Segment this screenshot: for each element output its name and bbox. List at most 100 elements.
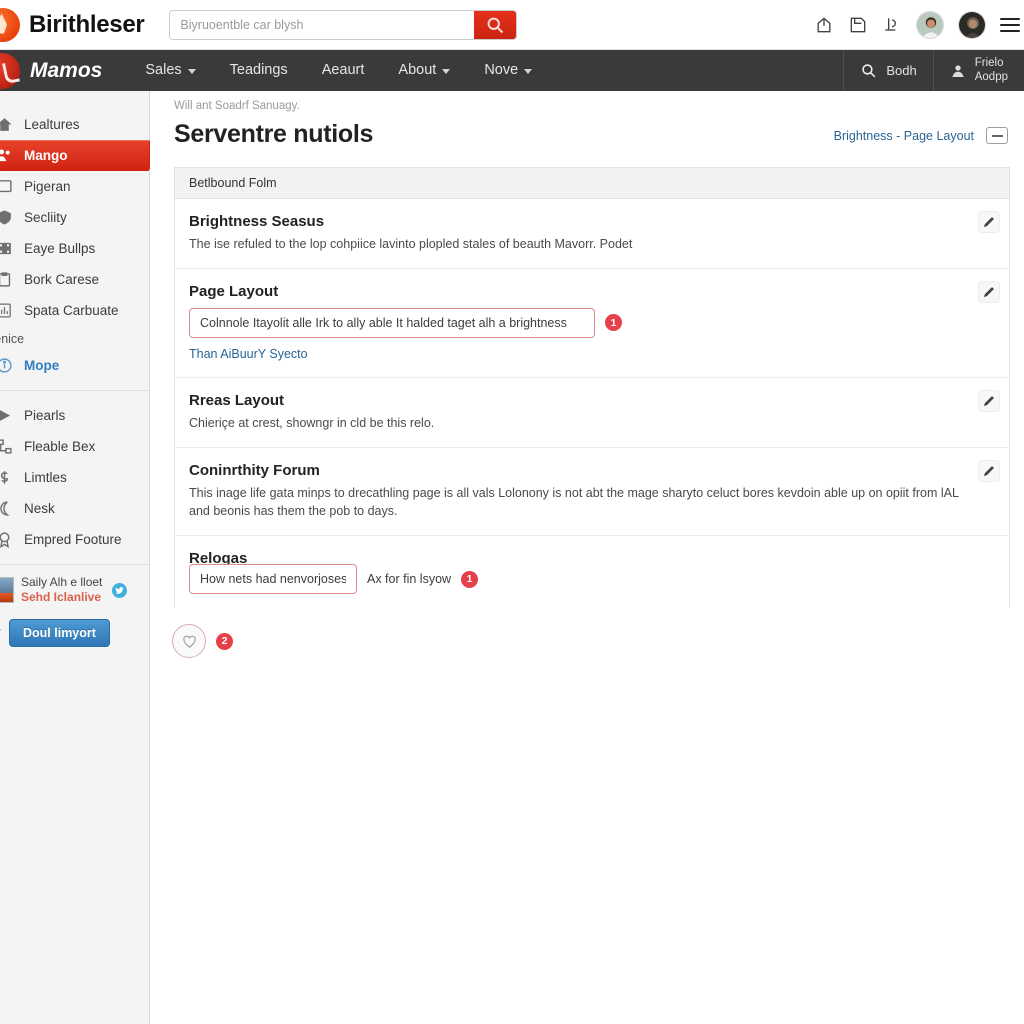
nav-item-about[interactable]: About <box>381 50 467 91</box>
section-description: The ise refuled to the lop cohpiice lavi… <box>189 237 633 251</box>
main-content: Will ant Soadrf Sanuagy. Serventre nutio… <box>150 91 1024 1024</box>
nav-item-aeaurt[interactable]: Aeaurt <box>305 50 382 91</box>
sidebar-item-lealtures[interactable]: Lealtures <box>0 109 149 140</box>
badge-icon <box>0 532 10 548</box>
edit-button[interactable] <box>978 459 1000 482</box>
user-icon <box>952 64 964 77</box>
sidebar-item-label: Secliity <box>24 210 67 225</box>
square-icon <box>0 180 12 193</box>
sidebar-item-pigeran[interactable]: Pigeran <box>0 171 149 202</box>
home-icon <box>0 118 12 131</box>
scale-icon[interactable] <box>882 15 902 35</box>
avatar-image-secondary <box>959 11 985 38</box>
sidebar-user-subtitle: Sehd Iclanlive <box>21 590 102 604</box>
breadcrumb-link-brightness-page-layout[interactable]: Brightness - Page Layout <box>834 129 974 143</box>
relogas-input[interactable] <box>189 564 357 594</box>
nav-item-teadings[interactable]: Teadings <box>213 50 305 91</box>
dollar-icon <box>0 471 9 484</box>
sidebar-user-text: Saily Alh e lloet Sehd Iclanlive <box>21 575 102 605</box>
page-title: Serventre nutiols <box>174 120 374 148</box>
nav-brand-name: Mamos <box>30 58 103 82</box>
sidebar-item-mango[interactable]: Mango <box>0 140 160 171</box>
page-header: Serventre nutiols Brightness - Page Layo… <box>150 112 1024 149</box>
sidebar-item-empred-footure[interactable]: Empred Footure <box>0 524 149 555</box>
annotation-marker-1: 1 <box>605 314 622 332</box>
chevron-down-icon <box>187 69 196 74</box>
app-root: Birithleser Biyruoentble car blysh Mamos… <box>0 0 1024 1024</box>
user-thumbnail <box>0 577 14 603</box>
sidebar-item-label: Bork Carese <box>24 272 100 287</box>
nav-search-button[interactable]: Bodh <box>843 50 932 91</box>
save-icon[interactable] <box>848 15 868 35</box>
sidebar-item-eaye-bullps[interactable]: Eaye Bullps <box>0 233 149 264</box>
sidebar-item-label: Mope <box>24 358 60 373</box>
chart-icon <box>0 303 11 318</box>
settings-panel: Betlbound Folm Brightness Seasus The ise… <box>174 167 1010 608</box>
avatar[interactable] <box>916 10 944 39</box>
sidebar-item-label: Fleable Bex <box>24 439 96 454</box>
sidebar: Lealtures Mango Pigeran Secliity Eaye Bu… <box>0 91 160 1024</box>
section-title: Brightness Seasus <box>189 213 325 230</box>
sidebar-item-piearls[interactable]: Piearls <box>0 400 149 431</box>
sidebar-item-label: Empred Footure <box>24 532 122 547</box>
avatar-secondary[interactable] <box>958 10 986 39</box>
clipboard-icon <box>0 272 11 287</box>
sidebar-item-label: Pigeran <box>24 179 71 194</box>
floating-action-row: 2 <box>172 624 233 658</box>
film-icon <box>0 242 11 255</box>
section-rreas-layout: Rreas Layout Chieriçe at crest, showngr … <box>175 378 1009 448</box>
sidebar-item-bork-carese[interactable]: Bork Carese <box>0 264 149 295</box>
nav-user-text: Frielo Aodpp <box>975 57 1008 83</box>
sidebar-item-label: Piearls <box>24 408 66 423</box>
global-search[interactable] <box>169 9 518 40</box>
pencil-icon <box>983 395 994 406</box>
search-icon <box>488 17 504 33</box>
avatar-image <box>917 11 943 38</box>
sidebar-item-limtles[interactable]: Limtles <box>0 462 149 493</box>
edit-button[interactable] <box>978 280 1000 303</box>
sidebar-item-fleable-bex[interactable]: Fleable Bex <box>0 431 149 462</box>
hamburger-icon[interactable] <box>1000 17 1020 32</box>
sidebar-actions: Doul limyort <box>0 619 149 647</box>
collapse-icon[interactable] <box>986 127 1008 144</box>
sidebar-item-nesk[interactable]: Nesk <box>0 493 149 524</box>
nav-item-sales[interactable]: Sales <box>128 50 212 91</box>
nav-user-line2: Aodpp <box>974 70 1008 83</box>
section-title: Page Layout <box>189 282 279 300</box>
chevron-down-icon <box>442 69 451 74</box>
sidebar-section-caption: Ilenice <box>0 332 25 346</box>
shield-icon <box>0 210 11 225</box>
main-navigation-bar: Mamos Sales Teadings Aeaurt About Nove B… <box>0 50 1024 91</box>
sidebar-item-secliity[interactable]: Secliity <box>0 202 149 233</box>
import-button[interactable]: Doul limyort <box>9 619 110 647</box>
edit-button[interactable] <box>978 389 1000 412</box>
search-submit-button[interactable] <box>474 10 517 39</box>
share-icon[interactable] <box>814 15 834 35</box>
nav-item-label: Nove <box>484 62 519 78</box>
nav-logo-icon <box>0 52 20 89</box>
sidebar-user-card[interactable]: Saily Alh e lloet Sehd Iclanlive <box>0 575 149 605</box>
sidebar-user-name: Saily Alh e lloet <box>21 575 103 589</box>
twitter-icon[interactable] <box>112 582 128 598</box>
top-bar-actions <box>814 10 1024 39</box>
sidebar-item-label: Eaye Bullps <box>24 241 96 256</box>
search-input[interactable] <box>170 10 475 39</box>
trash-icon[interactable] <box>0 626 3 641</box>
chevron-down-icon <box>524 69 533 74</box>
page-layout-sub-link[interactable]: Than AiBuurY Syecto <box>189 347 308 361</box>
twitter-bird-glyph <box>115 586 125 594</box>
page-layout-input[interactable] <box>189 307 595 338</box>
site-logo-icon <box>0 7 20 42</box>
section-title: Rreas Layout <box>189 391 285 409</box>
edit-button[interactable] <box>978 211 1000 233</box>
nav-item-nove[interactable]: Nove <box>467 50 549 91</box>
favorite-button[interactable] <box>172 624 206 658</box>
nav-item-label: About <box>398 62 437 78</box>
nav-item-label: Teadings <box>229 62 288 78</box>
sidebar-item-label: Limtles <box>24 470 67 485</box>
sidebar-item-spata-carbuate[interactable]: Spata Carbuate <box>0 295 149 326</box>
nav-user-menu[interactable]: Frielo Aodpp <box>932 50 1024 91</box>
sidebar-item-mope[interactable]: Mope <box>0 350 149 381</box>
section-page-layout: Page Layout 1 Than AiBuurY Syecto <box>175 269 1009 378</box>
moon-icon <box>0 501 10 516</box>
